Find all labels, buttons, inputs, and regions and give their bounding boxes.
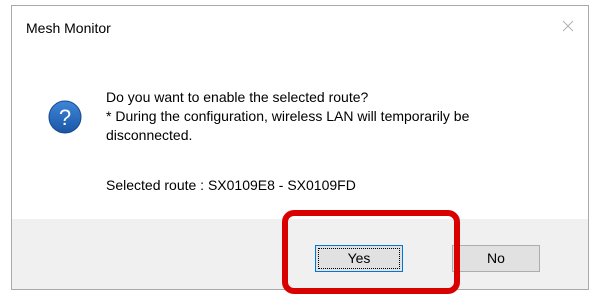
title-bar: Mesh Monitor	[12, 6, 588, 48]
question-icon: ?	[48, 100, 82, 134]
dialog-message: Do you want to enable the selected route…	[106, 88, 566, 145]
svg-text:?: ?	[59, 105, 71, 130]
message-line-question: Do you want to enable the selected route…	[106, 89, 369, 105]
focus-rect	[318, 248, 400, 269]
button-bar: Yes No	[12, 219, 588, 289]
close-icon[interactable]	[558, 16, 578, 36]
selected-route-text: Selected route : SX0109E8 - SX0109FD	[106, 177, 356, 193]
no-button[interactable]: No	[452, 245, 540, 272]
message-line-note: * During the configuration, wireless LAN…	[106, 108, 470, 124]
no-button-label: No	[487, 250, 505, 266]
yes-button[interactable]: Yes	[315, 245, 403, 272]
dialog-content: ? Do you want to enable the selected rou…	[12, 48, 588, 220]
message-line-note-cont: disconnected.	[106, 127, 193, 143]
dialog-title: Mesh Monitor	[26, 20, 111, 36]
dialog-window: Mesh Monitor ? Do you want to enable the…	[11, 5, 589, 290]
